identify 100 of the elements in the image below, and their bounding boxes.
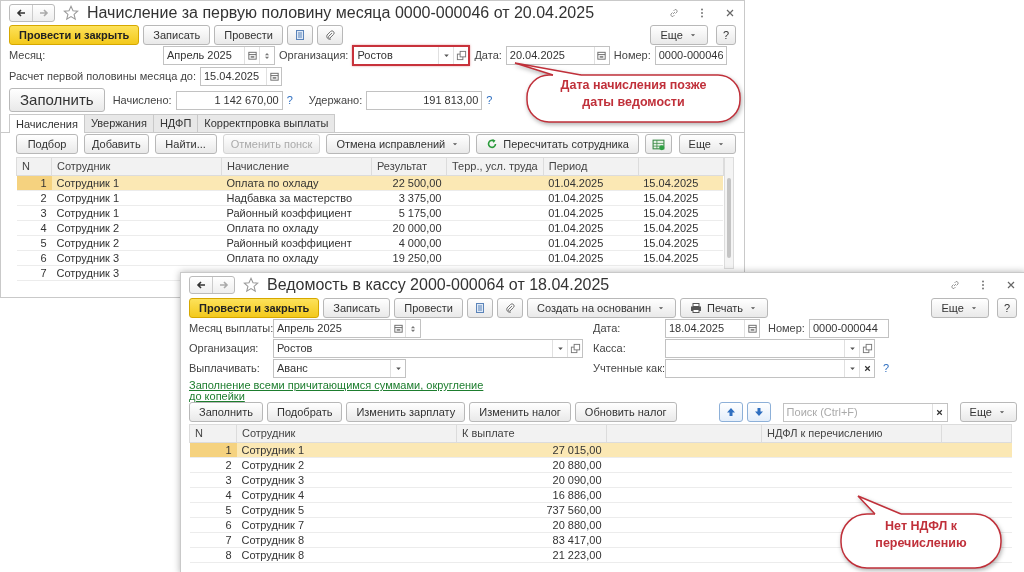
open-icon[interactable]: [861, 343, 873, 354]
more-button[interactable]: Еще: [931, 298, 989, 318]
table-cell: 3: [16, 205, 52, 220]
month-field[interactable]: Апрель 2025: [273, 319, 421, 338]
close-icon[interactable]: [1005, 279, 1017, 291]
more-button[interactable]: Еще: [650, 25, 708, 45]
toolbar-button[interactable]: Изменить налог: [469, 402, 571, 422]
move-up-button[interactable]: [718, 402, 743, 422]
field-input[interactable]: Апрель 2025: [274, 320, 390, 337]
back-arrow-icon: [15, 7, 27, 19]
table-cell: 2: [16, 190, 52, 205]
table-cell: 19 250,00: [371, 250, 447, 265]
cashbox-field[interactable]: [665, 339, 875, 358]
report-button[interactable]: [287, 25, 313, 45]
attach-button[interactable]: [317, 25, 343, 45]
search-field[interactable]: Поиск (Ctrl+F): [782, 402, 948, 422]
toolbar-button[interactable]: Записать: [323, 298, 391, 318]
move-down-button[interactable]: [746, 402, 771, 422]
calendar-icon[interactable]: [392, 323, 404, 334]
tab[interactable]: Увержания: [83, 114, 154, 132]
field-input[interactable]: 18.04.2025: [666, 320, 744, 337]
spreadsheet-button[interactable]: [644, 134, 672, 154]
organization-field[interactable]: Ростов: [273, 339, 583, 358]
tab[interactable]: Корректпровка выплаты: [197, 114, 336, 132]
window-title: Ведомость в кассу 2000-000064 от 18.04.2025: [267, 275, 610, 295]
amount-field[interactable]: 1 142 670,00: [176, 91, 282, 109]
field-input[interactable]: Ростов: [354, 47, 439, 64]
link-icon[interactable]: [668, 7, 680, 19]
more-button[interactable]: Еще: [959, 402, 1017, 422]
table-cell: Районный коэффициент: [221, 235, 372, 250]
date-field[interactable]: 18.04.2025: [665, 319, 760, 338]
paperclip-icon: [504, 302, 516, 314]
fill-button[interactable]: Заполнить: [9, 88, 105, 112]
recalculate-button[interactable]: Пересчитать сотрудника: [476, 134, 639, 154]
close-icon[interactable]: [724, 7, 736, 19]
help-link[interactable]: ?: [286, 91, 293, 109]
toolbar-button[interactable]: Записать: [143, 25, 211, 45]
attach-button[interactable]: [497, 298, 523, 318]
refresh-icon: [486, 138, 499, 150]
tab[interactable]: НДФП: [152, 114, 199, 132]
open-icon[interactable]: [455, 50, 467, 61]
organization-field[interactable]: Ростов: [352, 45, 471, 66]
date-field[interactable]: 15.04.2025: [200, 67, 282, 86]
toolbar-button[interactable]: Изменить зарплату: [346, 402, 466, 422]
column-header: К выплате: [456, 424, 607, 442]
print-button[interactable]: Печать: [680, 298, 769, 318]
toolbar-button[interactable]: Провести: [394, 298, 463, 318]
forward-arrow-icon: [217, 279, 230, 291]
field-input[interactable]: Поиск (Ctrl+F): [783, 403, 932, 421]
table-cell: Сотрудник 5: [236, 502, 457, 517]
column-header: N: [189, 424, 237, 442]
toolbar-button[interactable]: Добавить: [84, 134, 149, 154]
month-field[interactable]: Апрель 2025: [163, 46, 275, 65]
calendar-icon[interactable]: [746, 323, 758, 334]
table-cell: Сотрудник 1: [51, 190, 222, 205]
tab[interactable]: Начисления: [9, 114, 85, 133]
primary-button[interactable]: Провести и закрыть: [189, 298, 320, 318]
callout-text: Дата начисления позже даты ведомости: [559, 77, 708, 111]
calendar-icon[interactable]: [246, 50, 258, 61]
field-input[interactable]: Ростов: [274, 340, 552, 357]
calendar-icon[interactable]: [268, 71, 280, 82]
column-header: Период: [543, 157, 639, 175]
table-cell: 20 000,00: [371, 220, 447, 235]
help-link[interactable]: ?: [486, 91, 493, 109]
field-input[interactable]: Апрель 2025: [164, 47, 244, 64]
field-label: Организация:: [279, 48, 349, 64]
field-input[interactable]: 15.04.2025: [201, 68, 266, 85]
table-cell: 15.04.2025: [638, 250, 724, 265]
amount-field[interactable]: 191 813,00: [367, 91, 482, 109]
accounted-as-field[interactable]: [665, 359, 875, 378]
field-input[interactable]: 20.04.2025: [506, 47, 594, 64]
star-icon[interactable]: [243, 277, 259, 293]
field-input[interactable]: Аванс: [274, 360, 390, 377]
toolbar-button[interactable]: Провести: [214, 25, 283, 45]
number-field[interactable]: 0000-000046: [655, 47, 726, 64]
report-button[interactable]: [467, 298, 493, 318]
dropdown-button[interactable]: Создать на основанин: [527, 298, 677, 318]
more-button[interactable]: Еще: [678, 134, 736, 154]
calendar-icon[interactable]: [596, 50, 608, 61]
fill-link[interactable]: Заполнение всеми причитающимся суммами, округление до копейки: [189, 380, 489, 402]
table-cell: 16 886,00: [456, 487, 607, 502]
help-button[interactable]: ?: [996, 298, 1017, 318]
star-icon[interactable]: [63, 5, 79, 21]
primary-button[interactable]: Провести и закрыть: [9, 25, 140, 45]
toolbar-button[interactable]: Подобрать: [267, 402, 343, 422]
table-cell: 5: [189, 502, 237, 517]
payout-field[interactable]: Аванс: [273, 359, 406, 378]
field-label: Дата:: [593, 321, 622, 337]
help-button[interactable]: ?: [715, 25, 736, 45]
scrollbar[interactable]: [723, 157, 734, 269]
number-field[interactable]: 0000-000044: [809, 320, 888, 337]
open-icon[interactable]: [569, 343, 581, 354]
toolbar-button[interactable]: Подбор: [16, 134, 78, 154]
dropdown-button[interactable]: Отмена исправлений: [326, 134, 471, 154]
toolbar-button[interactable]: Заполнить: [189, 402, 263, 422]
help-link[interactable]: ?: [883, 360, 890, 377]
toolbar-button[interactable]: Обновить налог: [574, 402, 677, 422]
column-header: Начисление: [221, 157, 372, 175]
toolbar-button[interactable]: Найти...: [154, 134, 217, 154]
link-icon[interactable]: [949, 279, 961, 291]
